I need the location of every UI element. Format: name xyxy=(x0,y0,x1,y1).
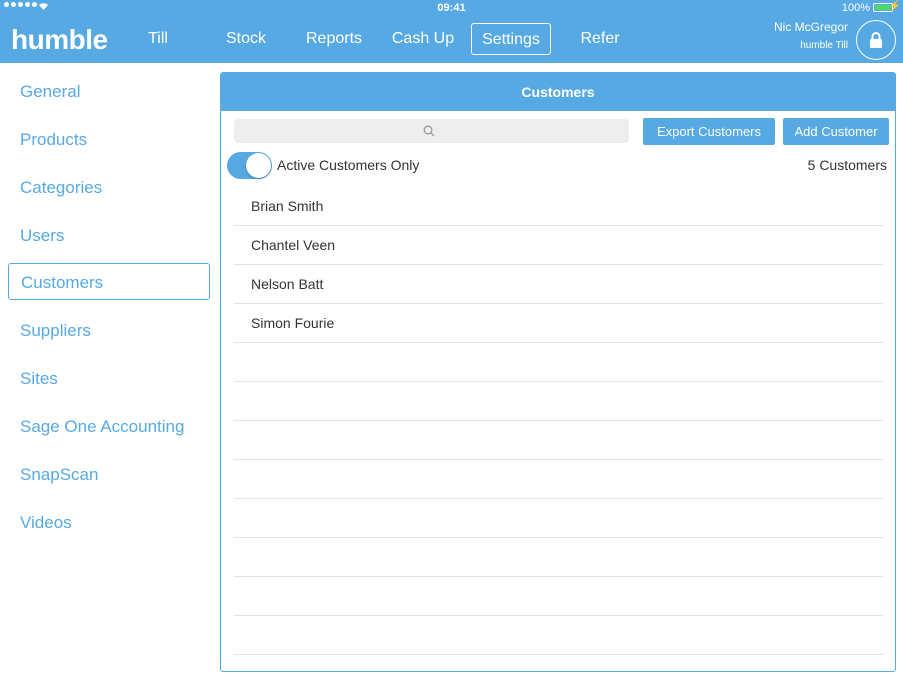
status-bar: 09:41 100% ⚡ xyxy=(0,0,903,16)
user-subtitle: humble Till xyxy=(800,40,848,51)
active-only-label: Active Customers Only xyxy=(277,157,420,173)
sidebar-item-videos[interactable]: Videos xyxy=(8,504,210,541)
customer-row-simon-fourie[interactable]: Simon Fourie xyxy=(234,304,884,343)
empty-row xyxy=(234,382,884,421)
sidebar-item-users[interactable]: Users xyxy=(8,217,210,254)
customer-count: 5 Customers xyxy=(807,157,887,173)
sidebar: General Products Categories Users Custom… xyxy=(0,63,218,676)
export-customers-button[interactable]: Export Customers xyxy=(643,118,775,145)
customer-row-chantel-veen[interactable]: Chantel Veen xyxy=(234,226,884,265)
nav-refer[interactable]: Refer xyxy=(575,23,625,55)
empty-row xyxy=(234,538,884,577)
empty-row xyxy=(234,343,884,382)
sidebar-item-products[interactable]: Products xyxy=(8,121,210,158)
sidebar-item-categories[interactable]: Categories xyxy=(8,169,210,206)
customer-list: Brian Smith Chantel Veen Nelson Batt Sim… xyxy=(234,187,884,655)
nav-settings[interactable]: Settings xyxy=(471,23,551,55)
status-time: 09:41 xyxy=(437,2,466,14)
search-icon xyxy=(423,125,435,137)
sidebar-item-general[interactable]: General xyxy=(8,73,210,110)
sidebar-item-sage-one-accounting[interactable]: Sage One Accounting xyxy=(8,408,210,445)
top-bar: 09:41 100% ⚡ humble Till Stock Reports C… xyxy=(0,0,903,63)
empty-row xyxy=(234,421,884,460)
customers-panel: Customers Export Customers Add Customer … xyxy=(220,72,896,672)
empty-row xyxy=(234,616,884,655)
nav-reports[interactable]: Reports xyxy=(302,23,366,55)
customer-row-brian-smith[interactable]: Brian Smith xyxy=(234,187,884,226)
panel-title: Customers xyxy=(221,73,895,111)
empty-row xyxy=(234,499,884,538)
charging-icon: ⚡ xyxy=(888,1,901,12)
nav-stock[interactable]: Stock xyxy=(222,23,270,55)
sidebar-item-sites[interactable]: Sites xyxy=(8,360,210,397)
add-customer-button[interactable]: Add Customer xyxy=(783,118,889,145)
sidebar-item-snapscan[interactable]: SnapScan xyxy=(8,456,210,493)
empty-row xyxy=(234,460,884,499)
sidebar-item-suppliers[interactable]: Suppliers xyxy=(8,312,210,349)
toggle-knob xyxy=(246,153,271,178)
sidebar-item-customers[interactable]: Customers xyxy=(8,263,210,300)
customer-row-nelson-batt[interactable]: Nelson Batt xyxy=(234,265,884,304)
nav-cash-up[interactable]: Cash Up xyxy=(389,23,457,55)
lock-button[interactable] xyxy=(856,20,896,60)
nav-till[interactable]: Till xyxy=(142,23,174,55)
empty-row xyxy=(234,577,884,616)
battery-percent: 100% xyxy=(841,2,870,14)
active-only-toggle[interactable] xyxy=(227,152,272,179)
search-input[interactable] xyxy=(234,119,629,143)
lock-icon xyxy=(870,31,882,48)
user-name: Nic McGregor xyxy=(773,20,848,34)
humble-logo: humble xyxy=(11,24,108,55)
